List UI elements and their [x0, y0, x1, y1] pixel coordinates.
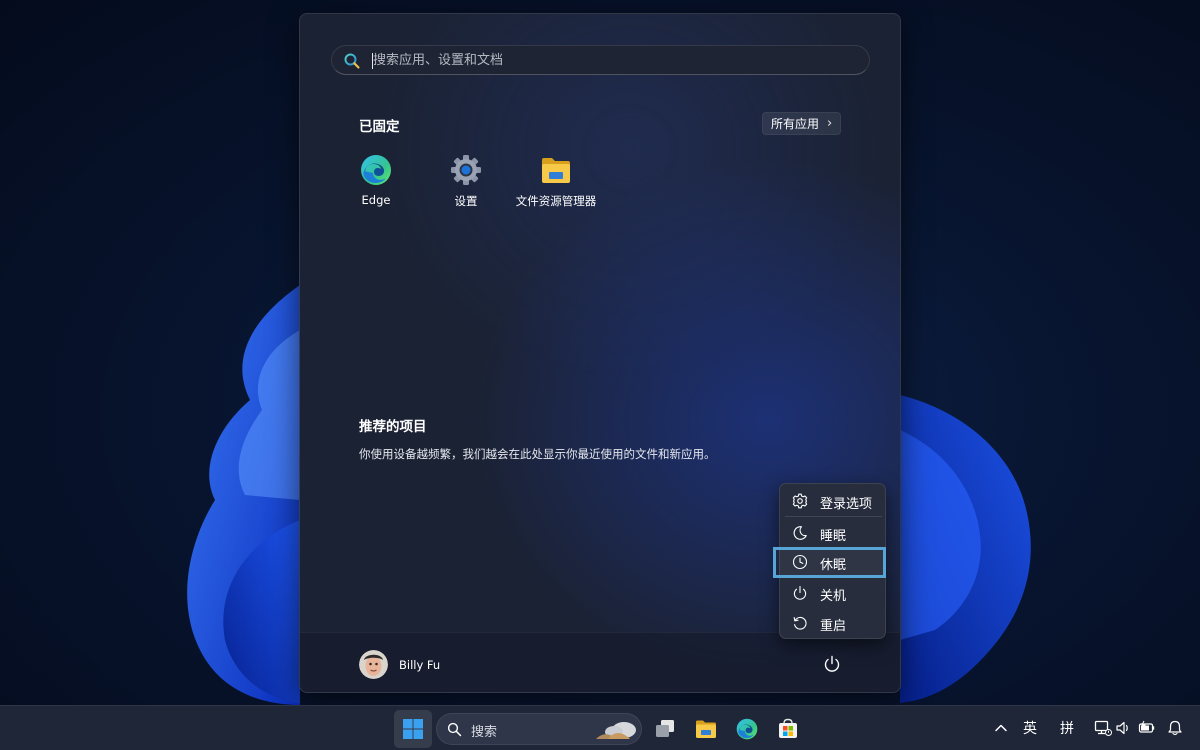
search-icon	[344, 53, 360, 69]
battery-icon[interactable]	[1138, 719, 1156, 737]
all-apps-button[interactable]: 所有应用 ›	[762, 112, 842, 135]
menu-item-shut-down[interactable]: 关机	[780, 579, 887, 607]
search-icon	[447, 722, 462, 737]
chevron-right-icon: ›	[827, 116, 833, 131]
notification-bell-icon[interactable]	[1166, 719, 1184, 737]
search-highlight-image	[596, 722, 636, 739]
folder-icon	[542, 158, 570, 183]
start-footer: Billy Fu	[300, 632, 900, 692]
menu-item-label: 睡眠	[820, 529, 847, 544]
user-account-button[interactable]: Billy Fu	[359, 650, 440, 679]
taskbar-file-explorer-button[interactable]	[687, 710, 725, 748]
taskbar-search-label: 搜索	[471, 725, 498, 740]
avatar	[359, 650, 388, 679]
ime-mode-indicator[interactable]: 拼	[1060, 718, 1074, 738]
start-search-input[interactable]	[373, 46, 853, 74]
folder-icon	[696, 720, 716, 738]
menu-item-hibernate[interactable]: 休眠	[773, 547, 886, 578]
recommended-description: 你使用设备越频繁，我们越会在此处显示你最近使用的文件和新应用。	[359, 447, 716, 461]
taskbar-store-button[interactable]	[769, 710, 807, 748]
menu-item-label: 重启	[820, 619, 847, 634]
pinned-app-file-explorer[interactable]: 文件资源管理器	[511, 154, 601, 224]
edge-icon	[736, 718, 758, 740]
pinned-app-label: 文件资源管理器	[515, 194, 597, 208]
gear-icon	[792, 493, 808, 509]
pinned-app-label: 设置	[454, 194, 478, 208]
taskbar-task-view-button[interactable]	[646, 710, 684, 748]
language-indicator[interactable]: 英	[1023, 718, 1037, 738]
menu-item-sleep[interactable]: 睡眠	[780, 519, 887, 547]
task-view-icon	[656, 720, 674, 737]
clock-icon	[792, 554, 808, 570]
chevron-up-icon[interactable]	[992, 719, 1010, 737]
pinned-app-edge[interactable]: Edge	[331, 154, 421, 224]
menu-item-sign-in-options[interactable]: 登录选项	[780, 487, 887, 515]
power-icon	[793, 586, 807, 600]
network-icon[interactable]	[1094, 719, 1112, 737]
gear-icon	[451, 155, 481, 185]
pinned-app-label: Edge	[361, 193, 391, 207]
pinned-app-settings[interactable]: 设置	[421, 154, 511, 224]
start-button[interactable]	[394, 710, 432, 748]
menu-item-label: 登录选项	[820, 497, 873, 512]
taskbar: 搜索 英 拼	[0, 705, 1200, 750]
taskbar-edge-button[interactable]	[728, 710, 766, 748]
all-apps-label: 所有应用	[771, 117, 820, 131]
user-name: Billy Fu	[399, 657, 441, 672]
power-menu: 登录选项 睡眠 休眠 关机 重启	[773, 483, 887, 639]
recommended-title: 推荐的项目	[359, 419, 427, 435]
restart-icon	[793, 616, 807, 630]
menu-item-label: 休眠	[820, 558, 847, 573]
volume-icon[interactable]	[1115, 719, 1133, 737]
divider	[785, 516, 882, 517]
store-icon	[779, 718, 797, 738]
menu-item-label: 关机	[820, 589, 847, 604]
start-search-box[interactable]	[331, 45, 870, 75]
edge-icon	[361, 155, 391, 185]
menu-item-restart[interactable]: 重启	[780, 609, 887, 637]
moon-icon	[793, 526, 807, 540]
taskbar-search-box[interactable]: 搜索	[436, 713, 642, 745]
windows-logo-icon	[403, 719, 423, 739]
pinned-title: 已固定	[359, 119, 400, 135]
power-icon[interactable]	[822, 654, 842, 674]
